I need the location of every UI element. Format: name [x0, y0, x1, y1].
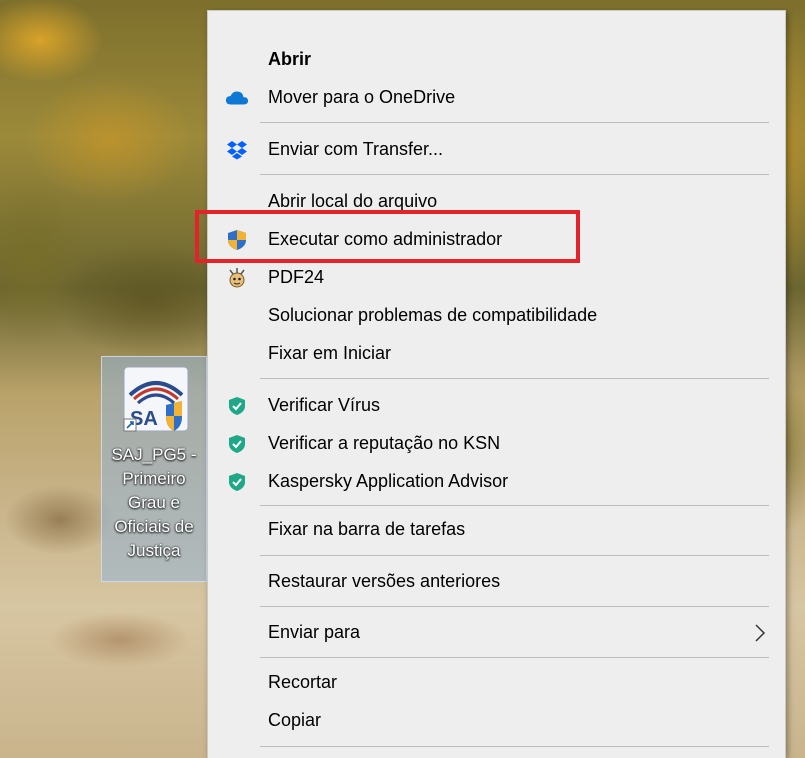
pdf24-icon [225, 266, 249, 290]
context-menu: Abrir Mover para o OneDrive Enviar com T… [207, 10, 786, 758]
menu-item-label: Solucionar problemas de compatibilidade [268, 305, 598, 325]
saj-app-icon: SA [123, 366, 189, 432]
menu-separator [260, 746, 769, 747]
menu-item-label: Copiar [268, 710, 322, 730]
desktop-shortcut-saj[interactable]: SA SAJ_PG5 - Primeiro Grau e Oficiais de… [101, 356, 207, 582]
menu-item-label: PDF24 [268, 267, 325, 287]
menu-item-ksn-reputation[interactable]: Verificar a reputação no KSN [208, 425, 785, 463]
menu-separator [260, 122, 769, 123]
menu-item-label: Enviar com Transfer... [268, 139, 444, 159]
menu-item-abrir[interactable]: Abrir [208, 41, 785, 79]
menu-separator [260, 174, 769, 175]
menu-item-label: Fixar em Iniciar [268, 343, 392, 363]
menu-item-pin-to-start[interactable]: Fixar em Iniciar [208, 335, 785, 373]
menu-item-restore-previous-versions[interactable]: Restaurar versões anteriores [208, 563, 785, 601]
menu-item-pin-to-taskbar[interactable]: Fixar na barra de tarefas [208, 511, 785, 549]
menu-item-label: Verificar Vírus [268, 395, 381, 415]
menu-item-label: Kaspersky Application Advisor [268, 471, 509, 491]
dropbox-icon [225, 138, 249, 162]
menu-separator [260, 505, 769, 506]
desktop-shortcut-label: SAJ_PG5 - Primeiro Grau e Oficiais de Ju… [111, 445, 197, 560]
kaspersky-shield-icon [225, 394, 249, 418]
menu-separator [260, 606, 769, 607]
menu-item-cut[interactable]: Recortar [208, 664, 785, 702]
kaspersky-shield-icon [225, 470, 249, 494]
menu-item-label: Mover para o OneDrive [268, 87, 456, 107]
chevron-right-icon [751, 622, 769, 644]
kaspersky-shield-icon [225, 432, 249, 456]
menu-item-troubleshoot-compatibility[interactable]: Solucionar problemas de compatibilidade [208, 297, 785, 335]
menu-item-label: Abrir [268, 49, 312, 69]
menu-separator [260, 657, 769, 658]
menu-item-label: Verificar a reputação no KSN [268, 433, 501, 453]
menu-item-label: Abrir local do arquivo [268, 191, 438, 211]
highlight-annotation-box [195, 210, 580, 263]
menu-separator [260, 378, 769, 379]
menu-separator [260, 555, 769, 556]
menu-item-pdf24[interactable]: PDF24 [208, 259, 785, 297]
menu-item-label: Restaurar versões anteriores [268, 571, 501, 591]
menu-item-copy[interactable]: Copiar [208, 702, 785, 740]
onedrive-cloud-icon [225, 86, 249, 110]
menu-item-label: Fixar na barra de tarefas [268, 519, 466, 539]
menu-item-kaspersky-advisor[interactable]: Kaspersky Application Advisor [208, 463, 785, 501]
menu-item-scan-virus[interactable]: Verificar Vírus [208, 387, 785, 425]
menu-item-send-with-transfer[interactable]: Enviar com Transfer... [208, 131, 785, 169]
menu-item-send-to[interactable]: Enviar para [208, 614, 785, 652]
menu-item-label: Enviar para [268, 622, 361, 642]
menu-item-label: Recortar [268, 672, 338, 692]
menu-item-move-to-onedrive[interactable]: Mover para o OneDrive [208, 79, 785, 117]
